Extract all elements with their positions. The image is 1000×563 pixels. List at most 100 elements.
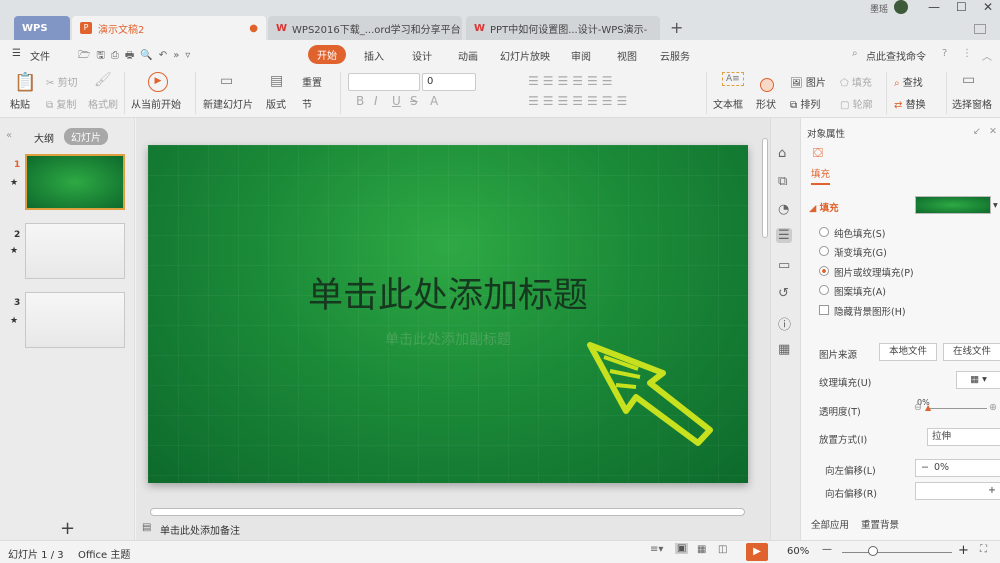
tab-browser-2[interactable]: W PPT中如何设置图...设计-WPS演示- xyxy=(466,16,660,40)
bold-button[interactable]: B xyxy=(356,94,364,108)
list-paragraph-icons[interactable]: ☰☰☰☰☰☰ xyxy=(528,74,617,88)
layout-button[interactable]: 版式 xyxy=(266,96,286,111)
tab-slideshow[interactable]: 幻灯片放映 xyxy=(500,48,550,63)
history-icon[interactable]: ↺ xyxy=(778,286,789,301)
radio-picture-fill-selected[interactable] xyxy=(819,266,829,276)
new-slide-button[interactable]: 新建幻灯片 xyxy=(203,96,253,111)
outline-button[interactable]: ▢ 轮廓 xyxy=(840,96,873,111)
slide-thumbnail-1[interactable] xyxy=(25,154,125,210)
theme-name[interactable]: Office 主题 xyxy=(78,546,130,561)
horizontal-scrollbar[interactable] xyxy=(150,508,745,516)
panel-title[interactable]: 对象属性 xyxy=(807,126,845,140)
maximize-button[interactable]: ☐ xyxy=(956,0,967,14)
tab-cloud[interactable]: 云服务 xyxy=(660,48,690,63)
normal-view-icon[interactable]: ▣ xyxy=(675,543,689,554)
command-search[interactable]: 点此查找命令 xyxy=(866,48,926,63)
slide-canvas[interactable]: 单击此处添加标题 单击此处添加副标题 xyxy=(148,145,748,483)
slide-thumbnail-3[interactable] xyxy=(25,292,125,348)
fill-section-header[interactable]: ◢ 填充 xyxy=(809,200,839,214)
new-tab-button[interactable]: + xyxy=(670,18,683,37)
notes-view-icon[interactable]: ≡▾ xyxy=(650,544,663,555)
text-box-button[interactable]: 文本框 xyxy=(713,96,743,111)
tab-document-active[interactable]: P 演示文稿2 ● xyxy=(72,16,266,40)
tab-review[interactable]: 审阅 xyxy=(571,48,591,63)
local-file-button[interactable]: 本地文件 xyxy=(879,343,937,361)
online-file-button[interactable]: 在线文件 xyxy=(943,343,1000,361)
increase-icon[interactable]: ⊕ xyxy=(989,402,997,413)
zoom-in-button[interactable]: + xyxy=(958,543,969,558)
tab-start[interactable]: 开始 xyxy=(308,45,346,64)
option-pattern-fill[interactable]: 图案填充(A) xyxy=(834,284,886,298)
zoom-out-button[interactable]: — xyxy=(822,544,832,555)
home-icon[interactable]: ⌂ xyxy=(778,146,786,161)
cut-button[interactable]: ✂ 剪切 xyxy=(46,74,78,89)
fit-window-icon[interactable]: ⛶ xyxy=(980,544,987,555)
strikethrough-button[interactable]: S xyxy=(410,94,418,108)
file-menu[interactable]: 文件 xyxy=(30,48,50,63)
zoom-slider[interactable] xyxy=(842,552,952,553)
collapse-panel-icon[interactable]: « xyxy=(6,130,12,141)
fill-button[interactable]: ⬠ 填充 xyxy=(840,74,872,89)
tab-wps-home[interactable]: WPS xyxy=(14,16,70,40)
font-size-select[interactable]: 0 xyxy=(422,73,476,91)
quick-access-icons[interactable]: 🗁🖫⎙🖶🔍↶»▿ xyxy=(78,48,196,65)
format-painter-button[interactable]: 格式刷 xyxy=(88,96,118,111)
collapse-ribbon-button[interactable]: ︿ xyxy=(982,48,992,63)
vertical-scrollbar[interactable] xyxy=(762,138,768,238)
tab-design[interactable]: 设计 xyxy=(412,48,432,63)
option-gradient-fill[interactable]: 渐变填充(G) xyxy=(834,245,887,259)
font-name-select[interactable] xyxy=(348,73,420,91)
picture-button[interactable]: 🖼 图片 xyxy=(790,74,826,89)
tab-outline[interactable]: 大纲 xyxy=(34,130,54,145)
play-from-current-button[interactable]: 从当前开始 xyxy=(131,96,181,111)
hamburger-icon[interactable]: ☰ xyxy=(12,48,21,59)
sorter-view-icon[interactable]: ▦ xyxy=(697,544,706,555)
archive-icon[interactable]: ▭ xyxy=(778,258,790,273)
help-icon[interactable]: ⓘ xyxy=(778,314,791,333)
play-slideshow-button[interactable]: ▶ xyxy=(746,543,768,561)
minimize-button[interactable]: — xyxy=(928,0,940,14)
decrease-icon[interactable]: ⊖ xyxy=(914,402,922,413)
close-panel-icon[interactable]: ✕ xyxy=(989,126,997,137)
tab-fill[interactable]: 填充 xyxy=(811,166,831,185)
apply-all-button[interactable]: 全部应用 xyxy=(811,517,849,531)
section-button[interactable]: 节 xyxy=(302,96,312,111)
hide-bg-checkbox[interactable] xyxy=(819,305,829,315)
transparency-slider[interactable] xyxy=(927,408,987,409)
help-button[interactable]: ? xyxy=(942,48,947,59)
chevron-down-icon[interactable]: ▾ xyxy=(993,200,998,211)
tab-insert[interactable]: 插入 xyxy=(364,48,384,63)
reset-button[interactable]: 重置 xyxy=(302,74,322,89)
underline-button[interactable]: U xyxy=(392,94,401,108)
radio-pattern-fill[interactable] xyxy=(819,285,829,295)
object-icon[interactable]: ⧉ xyxy=(778,174,787,189)
dock-icon[interactable]: ↙ xyxy=(973,126,981,137)
texture-select[interactable]: ▦ ▾ xyxy=(956,371,1000,389)
apps-icon[interactable]: ▦ xyxy=(778,342,790,357)
placement-select[interactable]: 拉伸 xyxy=(927,428,1000,446)
zoom-slider-handle[interactable] xyxy=(868,546,878,556)
slider-handle[interactable]: ▲ xyxy=(925,403,931,412)
fill-color-swatch[interactable] xyxy=(915,196,991,214)
slide-title[interactable]: 单击此处添加标题 xyxy=(148,267,748,318)
tab-animation[interactable]: 动画 xyxy=(458,48,478,63)
more-button[interactable]: ⋮ xyxy=(962,48,972,59)
italic-button[interactable]: I xyxy=(374,94,378,108)
offset-x-stepper[interactable]: −0% xyxy=(915,459,1000,477)
tab-browser-1[interactable]: W WPS2016下载_...ord学习和分享平台 xyxy=(268,16,462,40)
slide-thumbnail-2[interactable] xyxy=(25,223,125,279)
notes-input[interactable]: 单击此处添加备注 xyxy=(160,522,240,537)
user-name[interactable]: 墨瑶 xyxy=(870,2,888,15)
option-picture-fill[interactable]: 图片或纹理填充(P) xyxy=(834,265,914,279)
shape-button[interactable]: 形状 xyxy=(756,96,776,111)
alignment-icons[interactable]: ☰☰☰☰☰☰☰ xyxy=(528,94,631,108)
shape-icon[interactable]: ◔ xyxy=(778,202,789,217)
tab-view[interactable]: 视图 xyxy=(617,48,637,63)
tab-slides[interactable]: 幻灯片 xyxy=(64,128,108,145)
reset-background-button[interactable]: 重置背景 xyxy=(861,517,899,531)
option-solid-fill[interactable]: 纯色填充(S) xyxy=(834,226,885,240)
minus-button[interactable]: − xyxy=(916,462,934,473)
properties-icon[interactable]: ☰ xyxy=(776,228,792,243)
add-slide-button[interactable]: + xyxy=(60,518,75,539)
offset-y-stepper[interactable]: + xyxy=(915,482,1000,500)
